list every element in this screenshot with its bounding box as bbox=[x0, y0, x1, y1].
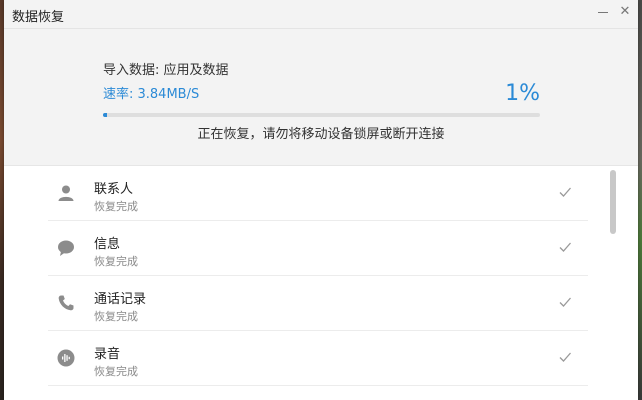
list-item-messages: 信息 恢复完成 bbox=[48, 221, 588, 276]
check-icon bbox=[559, 297, 571, 307]
recording-icon bbox=[56, 348, 76, 368]
recovery-item-list: 联系人 恢复完成 信息 恢复完成 通话记录 恢复完成 录音 恢复完成 bbox=[4, 166, 610, 400]
progress-panel: 导入数据: 应用及数据 速率: 3.84MB/S 1% 正在恢复，请勿将移动设备… bbox=[4, 29, 638, 166]
progress-bar bbox=[103, 113, 540, 117]
item-name: 通话记录 bbox=[94, 292, 147, 307]
progress-percent: 1% bbox=[505, 81, 540, 106]
item-status: 恢复完成 bbox=[94, 365, 138, 378]
item-name: 信息 bbox=[94, 237, 121, 252]
item-name: 联系人 bbox=[94, 182, 134, 197]
progress-fill bbox=[103, 113, 108, 117]
list-item-call-log: 通话记录 恢复完成 bbox=[48, 276, 588, 331]
status-message: 正在恢复，请勿将移动设备锁屏或断开连接 bbox=[197, 127, 445, 142]
minimize-icon bbox=[598, 12, 608, 13]
list-item-recordings: 录音 恢复完成 bbox=[48, 331, 588, 386]
item-name: 录音 bbox=[94, 347, 121, 362]
item-status: 恢复完成 bbox=[94, 255, 138, 268]
phone-icon bbox=[56, 293, 76, 313]
minimize-button[interactable] bbox=[594, 3, 612, 21]
title-bar: 数据恢复 ✕ bbox=[4, 0, 638, 29]
data-recovery-window: 数据恢复 ✕ 导入数据: 应用及数据 速率: 3.84MB/S 1% 正在恢复，… bbox=[4, 0, 638, 400]
item-status: 恢复完成 bbox=[94, 310, 138, 323]
list-scrollbar[interactable] bbox=[610, 170, 616, 234]
item-status: 恢复完成 bbox=[94, 200, 138, 213]
check-icon bbox=[559, 187, 571, 197]
close-icon: ✕ bbox=[619, 4, 631, 19]
check-icon bbox=[559, 352, 571, 362]
message-icon bbox=[56, 238, 76, 258]
window-title: 数据恢复 bbox=[12, 10, 65, 25]
list-item-contacts: 联系人 恢复完成 bbox=[48, 166, 588, 221]
close-button[interactable]: ✕ bbox=[616, 3, 634, 21]
transfer-rate: 速率: 3.84MB/S bbox=[103, 87, 200, 102]
import-label: 导入数据: 应用及数据 bbox=[103, 63, 229, 78]
contact-icon bbox=[56, 183, 76, 203]
check-icon bbox=[559, 242, 571, 252]
